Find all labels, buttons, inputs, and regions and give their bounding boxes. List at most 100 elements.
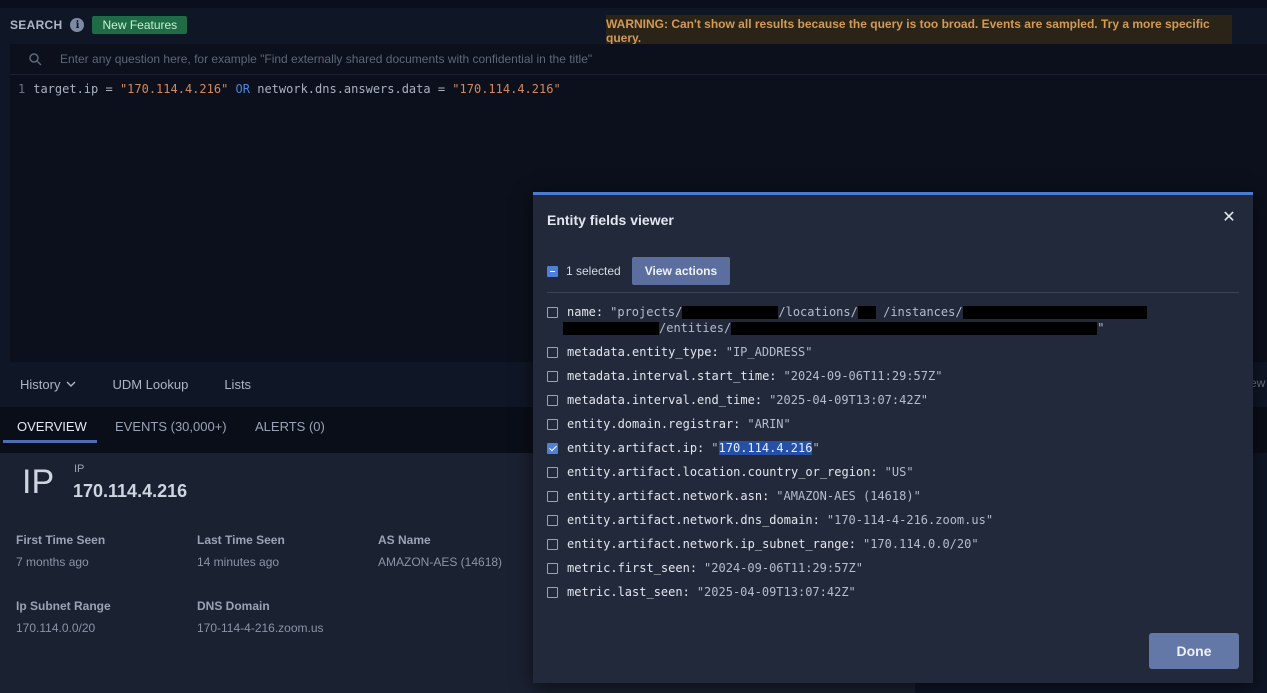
field-key: name:	[567, 305, 604, 319]
field-checkbox[interactable]	[547, 491, 558, 502]
field-row-selected: entity.artifact.ip: "170.114.4.216"	[547, 441, 820, 455]
question-input[interactable]	[58, 51, 962, 67]
query-token: "170.114.4.216"	[452, 82, 561, 96]
field-row: entity.artifact.network.asn: "AMAZON-AES…	[547, 489, 921, 503]
view-actions-button[interactable]: View actions	[631, 257, 731, 285]
field-row: metric.first_seen: "2024-09-06T11:29:57Z…	[547, 561, 863, 575]
redaction-block	[563, 322, 659, 335]
redaction-block	[962, 306, 1147, 319]
chevron-down-icon	[66, 381, 76, 387]
field-key: entity.artifact.ip:	[567, 441, 705, 455]
name-part: /instances/	[883, 305, 963, 319]
first-seen-label: First Time Seen	[16, 533, 106, 547]
field-value: "AMAZON-AES (14618)"	[776, 489, 921, 503]
field-value: "US"	[884, 465, 914, 479]
dns-domain-label: DNS Domain	[197, 599, 270, 613]
field-value: "2024-09-06T11:29:57Z"	[704, 561, 863, 575]
field-key: metadata.interval.end_time:	[567, 393, 763, 407]
field-key: metadata.entity_type:	[567, 345, 719, 359]
field-key: entity.domain.registrar:	[567, 417, 741, 431]
field-value: /entities/ "	[563, 321, 1104, 335]
field-value: "ARIN"	[747, 417, 791, 431]
dialog-title: Entity fields viewer	[547, 212, 674, 228]
dns-domain-value: 170-114-4-216.zoom.us	[197, 621, 324, 635]
new-features-badge[interactable]: New Features	[92, 16, 188, 34]
udm-lookup-link[interactable]: UDM Lookup	[112, 377, 188, 392]
name-part: /locations/	[778, 305, 858, 319]
done-button[interactable]: Done	[1149, 633, 1239, 669]
query-token: "170.114.4.216"	[119, 82, 229, 96]
entity-fields-viewer-dialog: Entity fields viewer ✕ 1 selected View a…	[533, 192, 1253, 683]
redaction-block	[682, 306, 779, 319]
last-seen-value: 14 minutes ago	[197, 555, 280, 569]
field-row: entity.domain.registrar: "ARIN"	[547, 417, 791, 431]
selected-count: 1 selected	[566, 264, 621, 278]
quote: "	[812, 441, 820, 455]
close-icon[interactable]: ✕	[1221, 210, 1237, 226]
entity-ip: 170.114.4.216	[73, 481, 188, 501]
tab-alerts[interactable]: ALERTS (0)	[255, 419, 325, 434]
field-checkbox[interactable]	[547, 539, 558, 550]
highlighted-value: 170.114.4.216	[718, 441, 813, 455]
field-checkbox[interactable]	[547, 587, 558, 598]
field-row-name-cont: /entities/ "	[563, 321, 1104, 335]
field-row: entity.artifact.location.country_or_regi…	[547, 465, 914, 479]
secondary-nav: History UDM Lookup Lists	[10, 364, 251, 404]
as-name-value: AMAZON-AES (14618)	[378, 555, 503, 569]
search-header: SEARCH i New Features	[10, 15, 188, 35]
field-value: "170-114-4-216.zoom.us"	[826, 513, 994, 527]
field-checkbox[interactable]	[547, 395, 558, 406]
field-checkbox[interactable]	[547, 307, 558, 318]
search-icon	[29, 53, 42, 66]
field-key: entity.artifact.network.ip_subnet_range:	[567, 537, 856, 551]
field-value: "170.114.4.216"	[711, 441, 820, 455]
lists-link[interactable]: Lists	[224, 377, 251, 392]
field-row: metadata.interval.end_time: "2025-04-09T…	[547, 393, 928, 407]
redaction-block	[731, 322, 1098, 335]
field-row: metadata.interval.start_time: "2024-09-0…	[547, 369, 942, 383]
info-icon[interactable]: i	[70, 18, 85, 32]
as-name-label: AS Name	[378, 533, 431, 547]
field-value: "170.114.0.0/20"	[862, 537, 979, 551]
query-editor[interactable]: 1 target.ip = "170.114.4.216" OR network.…	[18, 82, 561, 96]
first-seen-value: 7 months ago	[16, 555, 89, 569]
query-token: target.ip =	[33, 82, 120, 96]
field-value: "2024-09-06T11:29:57Z"	[783, 369, 943, 383]
field-checkbox[interactable]	[547, 563, 558, 574]
search-title: SEARCH	[10, 18, 63, 32]
field-key: entity.artifact.location.country_or_regi…	[567, 465, 878, 479]
field-value: "2025-04-09T13:07:42Z"	[769, 393, 929, 407]
field-checkbox[interactable]	[547, 371, 558, 382]
field-key: metric.first_seen:	[567, 561, 698, 575]
select-all-checkbox[interactable]	[547, 265, 558, 277]
field-checkbox[interactable]	[547, 515, 558, 526]
field-key: metric.last_seen:	[567, 585, 690, 599]
natural-language-prompt	[10, 44, 1267, 75]
field-value: "IP_ADDRESS"	[725, 345, 813, 359]
field-row: metric.last_seen: "2025-04-09T13:07:42Z"	[547, 585, 856, 599]
top-bar	[0, 0, 1267, 8]
field-checkbox[interactable]	[547, 419, 558, 430]
field-checkbox[interactable]	[547, 467, 558, 478]
redaction-block	[857, 306, 876, 319]
subnet-value: 170.114.0.0/20	[16, 621, 96, 635]
query-token: OR	[228, 82, 258, 96]
subnet-label: Ip Subnet Range	[16, 599, 111, 613]
history-label: History	[20, 376, 61, 392]
field-key: entity.artifact.network.asn:	[567, 489, 770, 503]
field-checkbox[interactable]	[547, 347, 558, 358]
field-row: metadata.entity_type: "IP_ADDRESS"	[547, 345, 812, 359]
selection-toolbar: 1 selected View actions	[547, 257, 731, 285]
field-row-name: name: "projects/ /locations/ /instances/	[547, 305, 1147, 319]
field-key: entity.artifact.network.dns_domain:	[567, 513, 820, 527]
name-part: /entities/	[659, 321, 732, 335]
history-dropdown[interactable]: History	[20, 377, 76, 392]
field-row: entity.artifact.network.ip_subnet_range:…	[547, 537, 979, 551]
warning-banner: WARNING: Can't show all results because …	[606, 15, 1232, 47]
field-checkbox-checked[interactable]	[547, 443, 558, 454]
field-row: entity.artifact.network.dns_domain: "170…	[547, 513, 993, 527]
tab-overview[interactable]: OVERVIEW	[17, 419, 87, 434]
divider	[547, 292, 1239, 293]
quote: "	[711, 441, 719, 455]
tab-events[interactable]: EVENTS (30,000+)	[115, 419, 227, 434]
